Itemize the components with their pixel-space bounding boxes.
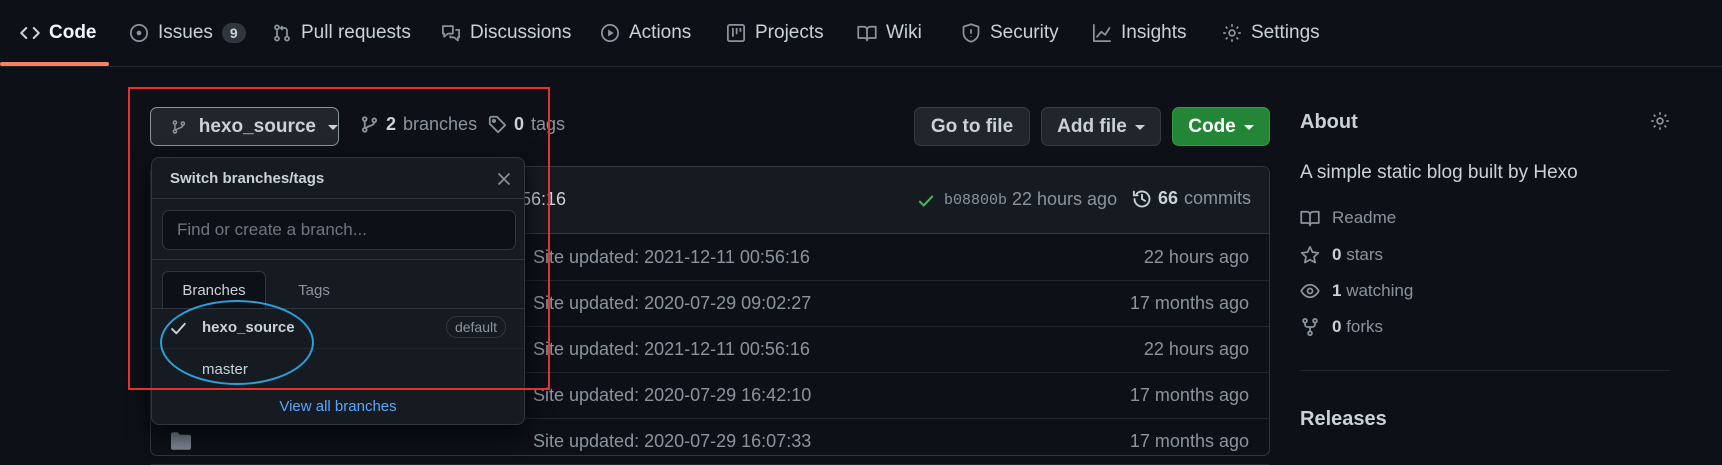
tab-label: Pull requests xyxy=(301,22,411,43)
stars-link[interactable]: 0 stars xyxy=(1300,245,1383,265)
code-button-label: Code xyxy=(1188,115,1236,137)
forks-count: 0 xyxy=(1332,317,1342,336)
comment-discussion-icon xyxy=(442,25,460,42)
tab-label: Security xyxy=(990,22,1059,43)
file-commit-message[interactable]: Site updated: 2021-12-11 00:56:16 xyxy=(533,339,810,360)
view-all-branches-link[interactable]: View all branches xyxy=(152,398,524,415)
tab-label: Projects xyxy=(755,22,824,43)
repo-description: A simple static blog built by Hexo xyxy=(1300,162,1578,183)
stars-count: 0 xyxy=(1332,245,1342,264)
add-file-label: Add file xyxy=(1057,115,1127,137)
tab-label: Insights xyxy=(1121,22,1187,43)
tab-actions[interactable]: Actions xyxy=(600,0,691,66)
commits-label: commits xyxy=(1184,188,1252,208)
tab-label: Issues xyxy=(158,22,213,43)
tab-label: Actions xyxy=(629,22,692,43)
issues-count-badge: 9 xyxy=(221,23,246,43)
gear-icon[interactable] xyxy=(1650,111,1670,131)
tab-security[interactable]: Security xyxy=(961,0,1059,66)
tab-issues[interactable]: Issues 9 xyxy=(129,0,246,66)
tab-projects[interactable]: Projects xyxy=(726,0,824,66)
file-commit-message[interactable]: Site updated: 2021-12-11 00:56:16 xyxy=(533,247,810,268)
chevron-down-icon xyxy=(1243,125,1254,130)
commit-sha[interactable]: b08800b xyxy=(944,192,1007,209)
tab-label: Discussions xyxy=(470,22,572,43)
history-icon xyxy=(1132,190,1151,207)
book-icon xyxy=(1300,210,1320,227)
stars-label: stars xyxy=(1346,245,1384,264)
watching-link[interactable]: 1 watching xyxy=(1300,281,1413,301)
tab-code[interactable]: Code xyxy=(20,0,97,66)
play-icon xyxy=(601,24,619,42)
file-age: 17 months ago xyxy=(1129,293,1249,313)
tab-discussions[interactable]: Discussions xyxy=(441,0,571,66)
shield-icon xyxy=(962,23,980,43)
tab-settings[interactable]: Settings xyxy=(1222,0,1320,66)
go-to-file-label: Go to file xyxy=(930,115,1014,137)
repo-nav: Code Issues 9 Pull requests Discussions … xyxy=(0,0,1722,67)
forks-link[interactable]: 0 forks xyxy=(1300,317,1383,337)
sidebar-divider xyxy=(1300,370,1670,371)
gear-icon xyxy=(1223,24,1241,42)
commits-count: 66 xyxy=(1158,188,1179,208)
add-file-button[interactable]: Add file xyxy=(1041,107,1161,146)
eye-icon xyxy=(1300,283,1320,299)
commit-time: 22 hours ago xyxy=(1012,189,1118,209)
forks-label: forks xyxy=(1346,317,1384,336)
go-to-file-button[interactable]: Go to file xyxy=(914,107,1030,146)
file-age: 17 months ago xyxy=(1129,385,1249,405)
tab-pull-requests[interactable]: Pull requests xyxy=(272,0,411,66)
book-icon xyxy=(857,25,877,42)
file-commit-message[interactable]: Site updated: 2020-07-29 16:42:10 xyxy=(533,385,811,406)
active-tab-underline xyxy=(0,62,109,66)
watching-count: 1 xyxy=(1332,281,1342,300)
readme-label: Readme xyxy=(1332,208,1397,227)
tab-wiki[interactable]: Wiki xyxy=(857,0,922,66)
file-age: 17 months ago xyxy=(1129,431,1249,451)
file-row[interactable]: Site updated: 2020-07-29 16:07:33 17 mon… xyxy=(151,418,1269,465)
repo-forked-icon xyxy=(1302,318,1318,336)
tab-label: Code xyxy=(49,22,97,43)
file-commit-message[interactable]: Site updated: 2020-07-29 16:07:33 xyxy=(533,431,811,452)
releases-title[interactable]: Releases xyxy=(1300,408,1387,431)
tab-label: Wiki xyxy=(886,22,922,43)
highlight-ellipse-annotation xyxy=(160,300,314,385)
folder-icon xyxy=(171,432,191,450)
file-age: 22 hours ago xyxy=(1143,339,1249,359)
chevron-down-icon xyxy=(1134,125,1145,130)
check-icon xyxy=(918,195,934,207)
table-icon xyxy=(727,24,745,42)
readme-link[interactable]: Readme xyxy=(1300,208,1396,228)
tab-label: Settings xyxy=(1251,22,1320,43)
about-title: About xyxy=(1300,111,1358,133)
file-age: 22 hours ago xyxy=(1143,247,1249,267)
git-pull-request-icon xyxy=(274,24,290,42)
code-dropdown-button[interactable]: Code xyxy=(1172,107,1270,146)
watching-label: watching xyxy=(1346,281,1414,300)
graph-icon xyxy=(1093,24,1111,42)
commits-link[interactable]: 66 commits xyxy=(1132,188,1251,209)
file-commit-message[interactable]: Site updated: 2020-07-29 09:02:27 xyxy=(533,293,811,314)
code-icon xyxy=(20,27,40,39)
tab-insights[interactable]: Insights xyxy=(1092,0,1186,66)
star-icon xyxy=(1300,246,1320,264)
issue-opened-icon xyxy=(130,24,148,42)
